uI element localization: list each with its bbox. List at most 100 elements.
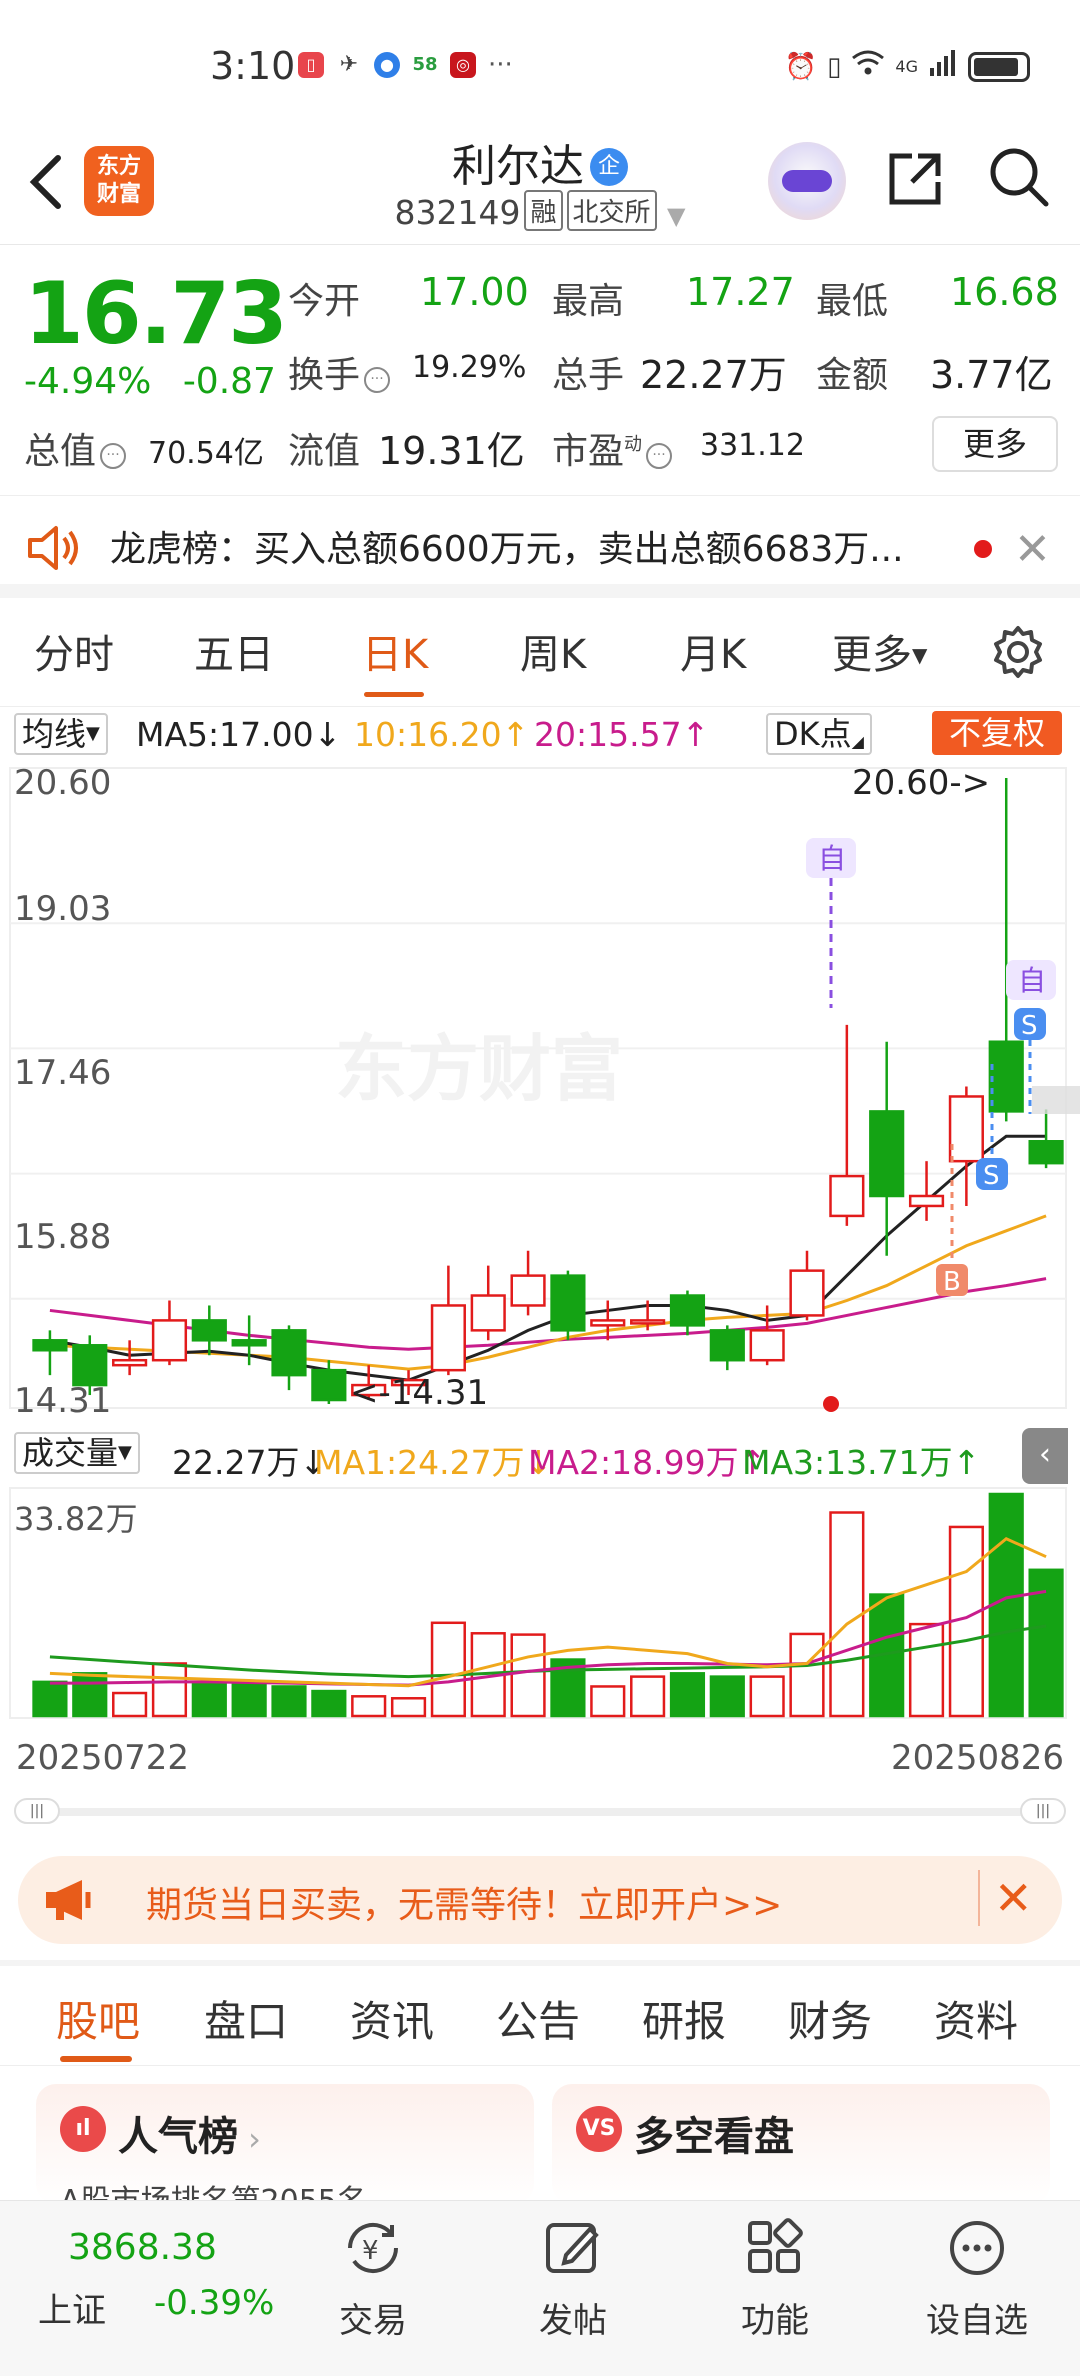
last-price: 16.73 [24, 264, 288, 364]
ma-indicator-bar: 均线▼ MA5:17.00↓ 10:16.20↑ 20:15.57↑ DK点◢ … [0, 706, 1080, 758]
gear-icon[interactable] [990, 624, 1046, 680]
volume-chart[interactable]: 33.82万 [0, 1484, 1080, 1724]
futures-ad-banner[interactable]: 期货当日买卖，无需等待！立即开户>> ✕ [18, 1856, 1062, 1944]
y-label-2: 19.03 [14, 889, 111, 929]
tab-news[interactable]: 资讯 [350, 1988, 434, 2049]
share-icon[interactable] [882, 146, 948, 212]
low-label: 最低 [816, 281, 889, 322]
popularity-card[interactable]: ıl 人气榜 › A股市场排名第2055名 [36, 2084, 534, 2204]
volume-bar [908, 1622, 945, 1718]
info-icon[interactable]: ··· [646, 443, 673, 469]
tab-more[interactable]: 更多▼ [832, 622, 927, 680]
dropdown-triangle-icon: ▼ [86, 723, 100, 744]
tab-pankou[interactable]: 盘口 [204, 1988, 288, 2049]
volume-value: 22.27万 [640, 353, 787, 397]
kline-chart[interactable]: 东方财富 20.60 19.03 17.46 15.88 14.31 20.60… [0, 763, 1080, 1424]
nav-functions[interactable]: 功能 [710, 2211, 840, 2361]
ma10-line [49, 1214, 1047, 1371]
tab-daily-k[interactable]: 日K [362, 622, 428, 680]
candle-body [709, 1329, 745, 1362]
candle-body [550, 1274, 586, 1332]
open-value: 17.00 [420, 270, 529, 314]
high-value: 17.27 [686, 270, 795, 314]
info-icon[interactable]: ··· [364, 367, 391, 393]
ai-assistant-icon[interactable] [768, 142, 846, 220]
dropdown-triangle-icon[interactable]: ▼ [667, 202, 685, 230]
collapse-panel-button[interactable]: ‹ [1022, 1428, 1068, 1484]
info-icon[interactable]: ··· [100, 443, 127, 469]
volume-indicator-bar: 成交量▼ 22.27万↓ MA1:24.27万↓ MA2:18.99万↑ MA3… [0, 1424, 1080, 1484]
notice-text: 龙虎榜：买入总额6600万元，卖出总额6683万... [110, 529, 904, 570]
tab-intraday[interactable]: 分时 [34, 622, 114, 680]
network-type: 4G [895, 57, 918, 76]
candle-body [749, 1329, 785, 1362]
tab-five-day[interactable]: 五日 [194, 622, 274, 680]
index-name: 上证 [38, 2291, 106, 2331]
candle-body [988, 1040, 1024, 1113]
scroller-right-handle[interactable]: ||| [1020, 1798, 1066, 1824]
candle-body [908, 1194, 945, 1208]
more-quote-button[interactable]: 更多 [932, 416, 1058, 472]
turnover-value: 19.29% [412, 350, 527, 385]
popularity-title: 人气榜 › [118, 2104, 261, 2162]
margin-badge: 融 [524, 190, 563, 231]
signal-sell-text-2: S [983, 1161, 1000, 1191]
date-axis: 20250722 20250826 [0, 1728, 1080, 1788]
tab-monthly-k[interactable]: 月K [680, 622, 746, 680]
stock-title: 利尔达 [452, 141, 584, 192]
volume-svg: 33.82万 [9, 1487, 1067, 1719]
tab-more-label: 更多 [832, 632, 912, 678]
chart-range-scroller[interactable]: ||| ||| [14, 1798, 1066, 1824]
search-icon[interactable] [986, 144, 1052, 210]
max-price-marker: 20.60-> [852, 764, 990, 803]
nav-trade-label: 交易 [339, 2301, 407, 2341]
popularity-title-text: 人气榜 [118, 2114, 238, 2160]
mcap-label-text: 总值 [24, 431, 97, 472]
tab-announcements[interactable]: 公告 [496, 1988, 580, 2049]
signal-self-text: 自 [818, 842, 846, 875]
volume-bar [590, 1685, 626, 1718]
tab-guba[interactable]: 股吧 [56, 1988, 140, 2049]
ma5-text: MA5:17.00↓ [136, 715, 342, 754]
candle-body [271, 1329, 307, 1377]
tab-finance[interactable]: 财务 [788, 1988, 872, 2049]
long-short-title: 多空看盘 [634, 2114, 794, 2160]
index-value: 3868.38 [68, 2227, 217, 2268]
nav-add-watchlist[interactable]: 设自选 [912, 2211, 1042, 2361]
nav-trade[interactable]: ¥ 交易 [308, 2211, 438, 2361]
bar-chart-icon: ıl [60, 2106, 106, 2152]
scroller-left-handle[interactable]: ||| [14, 1798, 60, 1824]
amount-label: 金额 [816, 355, 889, 396]
candle-body [789, 1269, 825, 1317]
dk-point-button[interactable]: DK点◢ [766, 713, 872, 755]
signal-red-dot [823, 1396, 839, 1412]
tab-weekly-k[interactable]: 周K [520, 622, 586, 680]
tab-profile[interactable]: 资料 [934, 1988, 1018, 2049]
volume-selector[interactable]: 成交量▼ [14, 1432, 140, 1474]
ma-selector[interactable]: 均线▼ [14, 713, 108, 755]
signal-self-text-2: 自 [1018, 964, 1046, 997]
bank-app-icon: ◎ [450, 52, 476, 78]
float-value: 19.31亿 [378, 429, 525, 473]
candle-body [151, 1319, 188, 1362]
volume-bar [510, 1633, 546, 1718]
active-tab-underline [60, 2056, 132, 2062]
nav-post[interactable]: 发帖 [508, 2211, 638, 2361]
candle-body [669, 1294, 706, 1327]
candle-body [32, 1339, 68, 1352]
tab-research[interactable]: 研报 [642, 1988, 726, 2049]
candle-body [829, 1174, 865, 1218]
end-date: 20250826 [890, 1738, 1064, 1778]
quote-panel: 16.73 -4.94% -0.87 今开 17.00 最高 17.27 最低 … [0, 246, 1080, 496]
turnover-label-text: 换手 [288, 355, 361, 396]
vol-ma1-text: MA1:24.27万↓ [314, 1443, 553, 1482]
min-price-marker: <-14.31 [350, 1373, 488, 1413]
dragon-tiger-notice[interactable]: 龙虎榜：买入总额6600万元，卖出总额6683万... ✕ [0, 498, 1080, 598]
close-icon[interactable]: ✕ [1014, 524, 1051, 575]
long-short-card[interactable]: VS 多空看盘 [552, 2084, 1050, 2204]
battery-icon [968, 51, 1030, 82]
pe-value: 331.12 [700, 428, 805, 463]
megaphone-icon [46, 1880, 91, 1920]
adjust-type-button[interactable]: 不复权 [932, 711, 1062, 755]
close-icon[interactable]: ✕ [978, 1870, 1033, 1926]
